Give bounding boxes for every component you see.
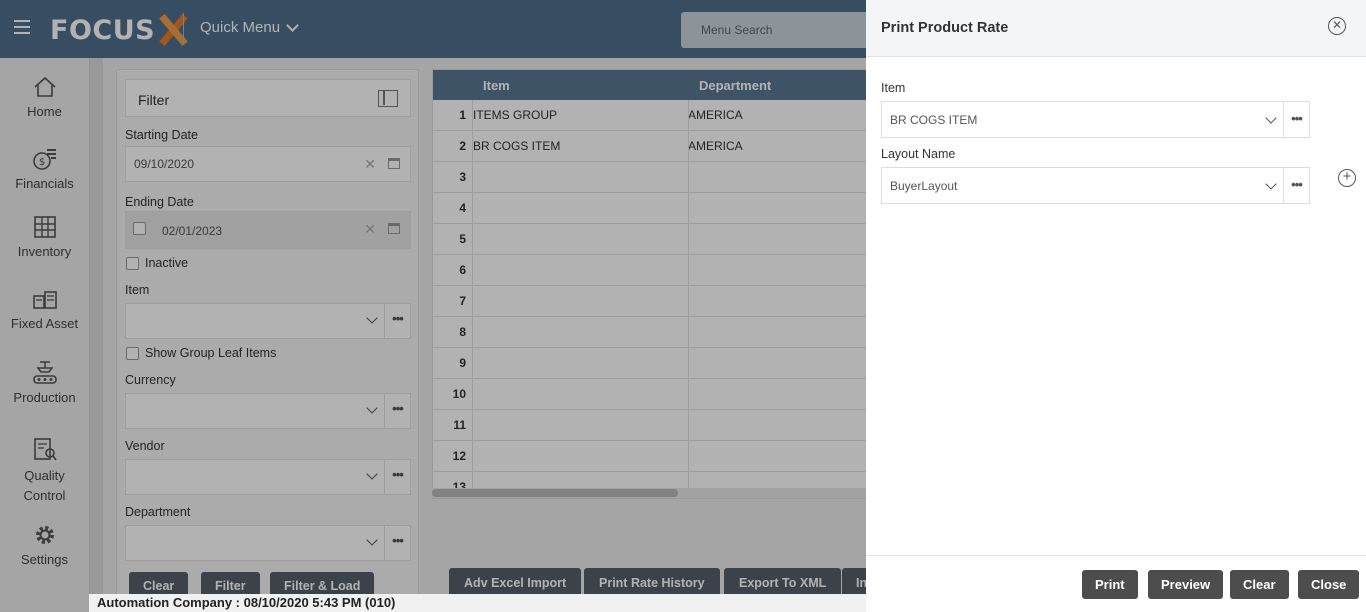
- status-bar: Automation Company : 08/10/2020 5:43 PM …: [89, 594, 866, 612]
- close-icon[interactable]: ✕: [1328, 17, 1346, 35]
- print-product-rate-dialog: Print Product Rate ✕ Item BR COGS ITEM •…: [866, 0, 1366, 612]
- dialog-header: Print Product Rate ✕: [866, 0, 1366, 57]
- dialog-item-value: BR COGS ITEM: [890, 113, 978, 127]
- chevron-down-icon: [1265, 178, 1277, 190]
- dialog-item-select[interactable]: BR COGS ITEM •••: [881, 101, 1310, 138]
- more-options-icon[interactable]: •••: [1283, 102, 1309, 137]
- dialog-clear-button[interactable]: Clear: [1230, 570, 1289, 599]
- preview-button[interactable]: Preview: [1148, 570, 1224, 599]
- layout-name-select[interactable]: BuyerLayout •••: [881, 167, 1310, 204]
- print-button[interactable]: Print: [1082, 570, 1138, 599]
- more-options-icon[interactable]: •••: [1283, 168, 1309, 203]
- dialog-close-button[interactable]: Close: [1298, 570, 1360, 599]
- dialog-title: Print Product Rate: [881, 20, 1009, 36]
- chevron-down-icon: [1265, 112, 1277, 124]
- add-layout-icon[interactable]: +: [1338, 169, 1356, 187]
- layout-name-value: BuyerLayout: [890, 179, 958, 193]
- dialog-item-label: Item: [881, 81, 906, 95]
- layout-name-label: Layout Name: [881, 147, 956, 161]
- modal-backdrop[interactable]: [0, 0, 866, 612]
